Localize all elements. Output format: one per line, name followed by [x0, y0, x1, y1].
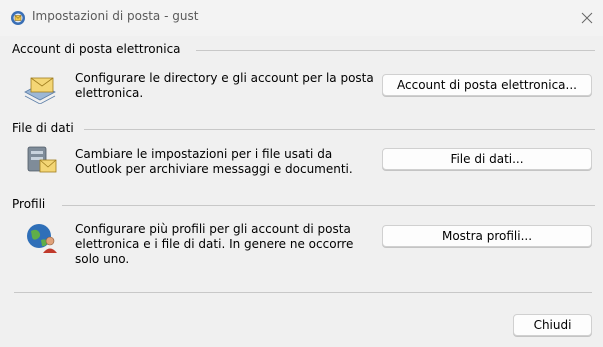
email-accounts-button[interactable]: Account di posta elettronica... [382, 74, 592, 96]
close-window-icon[interactable] [574, 6, 600, 30]
title-bar: Impostazioni di posta - gust [0, 0, 603, 36]
profiles-description: Configurare più profili per gli account … [75, 222, 354, 266]
data-files-description: Cambiare le impostazioni per i file usat… [75, 147, 353, 176]
data-files-icon [27, 146, 57, 173]
window-title: Impostazioni di posta - gust [32, 9, 199, 23]
email-accounts-icon [24, 77, 56, 104]
data-files-divider [84, 129, 595, 130]
email-accounts-heading: Account di posta elettronica [12, 42, 181, 56]
profiles-divider [62, 205, 595, 206]
mail-settings-app-icon [11, 11, 25, 25]
profiles-heading: Profili [12, 197, 46, 211]
footer-separator [14, 292, 592, 293]
data-files-button[interactable]: File di dati... [382, 148, 592, 170]
profiles-button[interactable]: Mostra profili... [382, 225, 592, 247]
profiles-icon [27, 224, 57, 253]
email-accounts-description: Configurare le directory e gli account p… [75, 71, 374, 100]
email-accounts-divider [196, 50, 595, 51]
close-button[interactable]: Chiudi [513, 314, 592, 336]
data-files-heading: File di dati [12, 121, 74, 135]
